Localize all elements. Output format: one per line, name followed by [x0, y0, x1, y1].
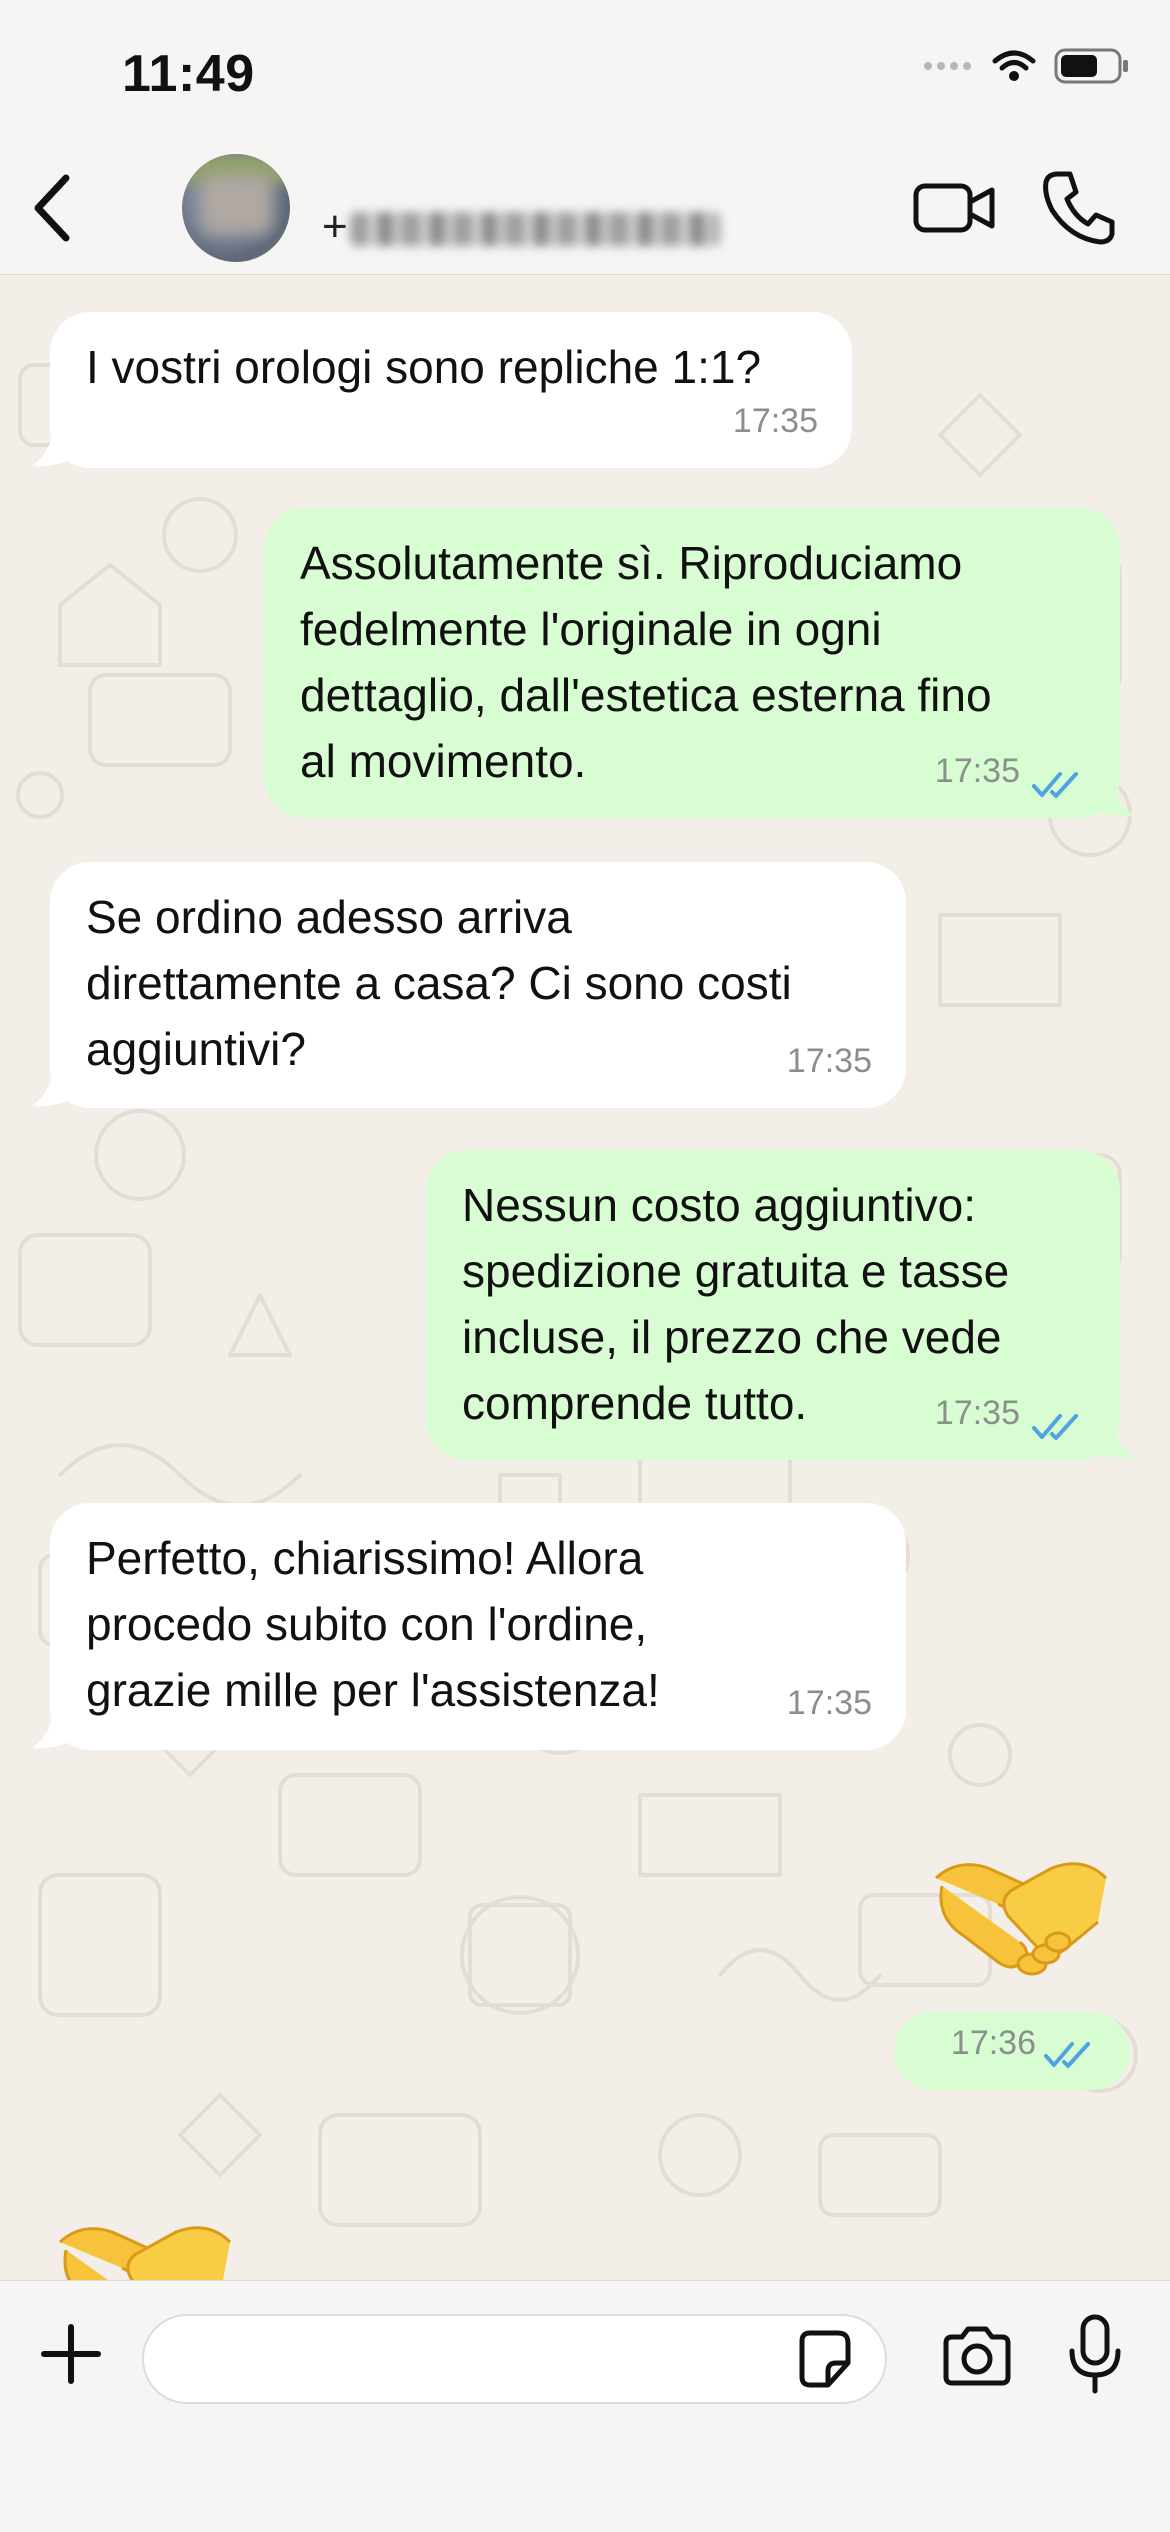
message-text-line: spedizione gratuita e tasse: [462, 1245, 1010, 1297]
message-time: 17:35: [786, 1042, 872, 1080]
message-bubble-incoming[interactable]: Perfetto, chiarissimo! Allora procedo su…: [50, 1503, 906, 1750]
message-time: 17:35: [732, 402, 818, 440]
message-bubble-outgoing[interactable]: Assolutamente sì. Riproduciamo fedelment…: [264, 508, 1120, 818]
message-text-line: Assolutamente sì. Riproduciamo: [300, 537, 963, 589]
message-text-line: grazie mille per l'assistenza!: [86, 1664, 660, 1716]
cellular-icon: [924, 62, 971, 70]
redacted-number: [349, 212, 720, 247]
message-text-line: fedelmente l'originale in ogni: [300, 603, 882, 655]
status-icons: [922, 48, 1130, 84]
battery-icon: [1054, 48, 1128, 84]
read-ticks-icon: [1044, 2042, 1090, 2068]
read-ticks-icon: [1032, 1414, 1078, 1440]
message-time: 17:35: [934, 752, 1020, 790]
microphone-icon[interactable]: [1066, 2313, 1124, 2397]
camera-icon[interactable]: [940, 2323, 1014, 2389]
message-bubble-outgoing[interactable]: Nessun costo aggiuntivo: spedizione grat…: [426, 1150, 1120, 1460]
status-bar: 11:49: [0, 0, 1170, 140]
message-text-line: Perfetto, chiarissimo! Allora: [86, 1532, 644, 1584]
chevron-left-icon[interactable]: [22, 168, 82, 248]
message-text-line: Nessun costo aggiuntivo:: [462, 1179, 976, 1231]
handshake-emoji[interactable]: [928, 1838, 1114, 1988]
message-time: 17:35: [934, 1394, 1020, 1432]
message-bubble-incoming[interactable]: I vostri orologi sono repliche 1:1? 17:3…: [50, 312, 852, 468]
wifi-icon: [992, 50, 1036, 81]
message-text-line: direttamente a casa? Ci sono costi: [86, 957, 792, 1009]
message-bubble-outgoing-time[interactable]: 17:36: [894, 2012, 1130, 2090]
handshake-icon: [934, 1862, 1108, 1976]
message-text-line: aggiuntivi?: [86, 1023, 306, 1075]
avatar[interactable]: [182, 154, 290, 262]
bubble-tail: [1096, 1412, 1134, 1459]
bubble-tail: [1096, 770, 1134, 817]
phone-icon[interactable]: [1040, 166, 1116, 246]
contact-name[interactable]: +: [322, 202, 720, 252]
message-text-line: incluse, il prezzo che vede: [462, 1311, 1002, 1363]
message-time: 17:35: [786, 1684, 872, 1722]
input-bar: [0, 2280, 1170, 2532]
video-camera-icon[interactable]: [912, 168, 996, 248]
sticker-icon[interactable]: [792, 2327, 856, 2391]
message-input[interactable]: [142, 2314, 887, 2404]
message-text-line: dettaglio, dall'estetica esterna fino: [300, 669, 992, 721]
message-text-line: Se ordino adesso arriva: [86, 891, 572, 943]
message-text: I vostri orologi sono repliche 1:1?: [86, 341, 762, 393]
message-text-line: procedo subito con l'ordine,: [86, 1598, 648, 1650]
handshake-emoji[interactable]: [52, 2202, 238, 2280]
status-time: 11:49: [122, 45, 255, 103]
handshake-icon: [58, 2226, 232, 2280]
message-bubble-incoming[interactable]: Se ordino adesso arriva direttamente a c…: [50, 862, 906, 1108]
read-ticks-icon: [1032, 772, 1078, 798]
contact-prefix: +: [322, 202, 350, 251]
message-time: 17:36: [950, 2024, 1036, 2062]
chat-header: +: [0, 140, 1170, 275]
plus-icon[interactable]: [38, 2321, 104, 2387]
